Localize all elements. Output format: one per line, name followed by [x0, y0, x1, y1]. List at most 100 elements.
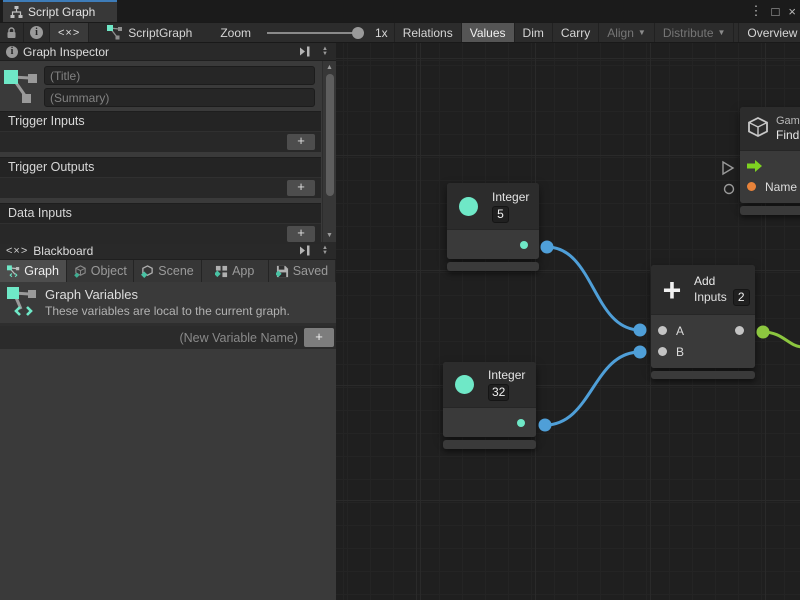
input-port-b[interactable] [658, 347, 667, 356]
value-connect-hint-icon [725, 185, 734, 194]
blackboard-icon: <×> [6, 245, 28, 257]
node-integer-5[interactable]: Integer 5 [447, 183, 539, 271]
tab-graph[interactable]: Graph [0, 260, 67, 282]
carry-button[interactable]: Carry [553, 23, 599, 42]
graph-title-input[interactable] [44, 66, 315, 85]
node-game-object-find[interactable]: Game Object Find Name [740, 107, 800, 215]
code-preview-button[interactable]: <×> [50, 23, 89, 42]
blackboard-title: Blackboard [33, 244, 294, 258]
add-output-port[interactable] [735, 326, 744, 335]
plus-icon: + [658, 276, 686, 304]
scroll-down-icon[interactable]: ▼ [326, 232, 333, 239]
graph-name-label: ScriptGraph [128, 26, 192, 40]
dock-panel-icon[interactable] [299, 46, 313, 57]
distribute-dropdown[interactable]: Distribute▼ [655, 23, 735, 42]
graph-summary-input[interactable] [44, 88, 315, 107]
inputs-count-field[interactable]: 2 [733, 289, 750, 306]
node-title: Integer [492, 190, 529, 204]
tab-label: Script Graph [28, 5, 95, 19]
flow-connect-hint-icon [723, 162, 733, 174]
graph-inspector-header: i Graph Inspector ▲▼ [0, 43, 336, 61]
node-add[interactable]: + Add Inputs 2 A [651, 265, 755, 379]
port-label-b: B [676, 345, 684, 359]
window-close-icon[interactable]: × [788, 4, 796, 19]
trigger-outputs-header: Trigger Outputs [0, 157, 321, 177]
flow-input-port[interactable] [747, 160, 763, 172]
add-data-input-button[interactable]: + [287, 226, 315, 242]
window-titlebar: Script Graph ⋮ □ × [0, 0, 800, 22]
graph-canvas[interactable]: Integer 5 Integer 32 [336, 43, 800, 600]
zoom-slider-knob[interactable] [352, 27, 364, 39]
graph-breadcrumb[interactable]: ScriptGraph [101, 23, 198, 42]
blackboard-header: <×> Blackboard ▲▼ [0, 242, 336, 260]
connection-endpoint [634, 346, 647, 359]
input-port-a[interactable] [658, 326, 667, 335]
hierarchy-icon [10, 6, 23, 18]
cube-icon [746, 116, 770, 142]
connection-endpoint [634, 324, 647, 337]
trigger-inputs-list: + [0, 131, 321, 152]
integer-output-port[interactable] [520, 241, 528, 249]
connection-int5-to-a [547, 247, 640, 330]
relations-button[interactable]: Relations [394, 23, 462, 42]
tab-scene[interactable]: Scene [134, 260, 201, 282]
dock-panel-icon[interactable] [299, 245, 313, 256]
port-label-a: A [676, 324, 684, 338]
trigger-inputs-header: Trigger Inputs [0, 111, 321, 131]
zoom-label: Zoom [220, 26, 251, 40]
align-dropdown[interactable]: Align▼ [599, 23, 655, 42]
script-graph-icon [107, 25, 123, 40]
graph-inspector-title: Graph Inspector [23, 45, 294, 59]
connection-add-output [763, 332, 800, 347]
data-inputs-list: + [0, 223, 321, 244]
graph-inspector-body: Trigger Inputs + Trigger Outputs + Data … [0, 61, 336, 242]
integer-type-icon [459, 197, 478, 216]
chevron-down-icon: ▼ [638, 28, 646, 37]
tab-object[interactable]: Object [67, 260, 134, 282]
integer-output-port[interactable] [517, 419, 525, 427]
tab-script-graph[interactable]: Script Graph [3, 0, 117, 22]
overview-button[interactable]: Overview [738, 23, 800, 42]
lock-icon [6, 27, 17, 39]
connection-endpoint-green [757, 326, 770, 339]
node-title: Integer [488, 368, 525, 382]
graph-node-icon [4, 66, 38, 107]
graph-variables-description: These variables are local to the current… [45, 304, 290, 318]
integer-type-icon [455, 375, 474, 394]
info-icon: i [30, 26, 43, 39]
blackboard-empty-area [0, 349, 336, 600]
lock-button[interactable] [0, 23, 24, 42]
window-maximize-icon[interactable]: □ [772, 4, 780, 19]
scrollbar-thumb[interactable] [326, 74, 334, 196]
add-variable-button[interactable]: + [304, 328, 334, 347]
zoom-control: Zoom 1x [214, 23, 393, 42]
tab-app[interactable]: App [202, 260, 269, 282]
tab-saved[interactable]: Saved [269, 260, 336, 282]
node-title: Find [776, 128, 800, 142]
dim-button[interactable]: Dim [515, 23, 553, 42]
zoom-slider[interactable] [267, 32, 359, 34]
panel-scroll-arrows[interactable]: ▲▼ [318, 47, 332, 57]
name-input-port[interactable] [747, 182, 756, 191]
integer-value-field[interactable]: 5 [492, 206, 509, 223]
node-integer-32[interactable]: Integer 32 [443, 362, 536, 449]
info-icon: i [6, 46, 18, 58]
integer-value-field[interactable]: 32 [488, 384, 509, 401]
scroll-up-icon[interactable]: ▲ [326, 64, 333, 71]
port-label-name: Name [765, 180, 797, 194]
graph-variables-icon [7, 287, 36, 318]
add-trigger-output-button[interactable]: + [287, 180, 315, 196]
connection-endpoint [539, 419, 552, 432]
inspector-scrollbar[interactable]: ▲ ▼ [322, 61, 336, 242]
graph-variables-title: Graph Variables [45, 287, 290, 302]
inputs-label: Inputs [694, 290, 727, 304]
values-button[interactable]: Values [462, 23, 515, 42]
inspect-button[interactable]: i [24, 23, 50, 42]
add-trigger-input-button[interactable]: + [287, 134, 315, 150]
chevron-down-icon: ▼ [718, 28, 726, 37]
window-menu-icon[interactable]: ⋮ [750, 3, 763, 19]
new-variable-name-input[interactable] [0, 331, 304, 345]
new-variable-row: + [0, 326, 336, 349]
blackboard-tabs: Graph Object Scene App Saved [0, 260, 336, 282]
panel-scroll-arrows[interactable]: ▲▼ [318, 246, 332, 256]
